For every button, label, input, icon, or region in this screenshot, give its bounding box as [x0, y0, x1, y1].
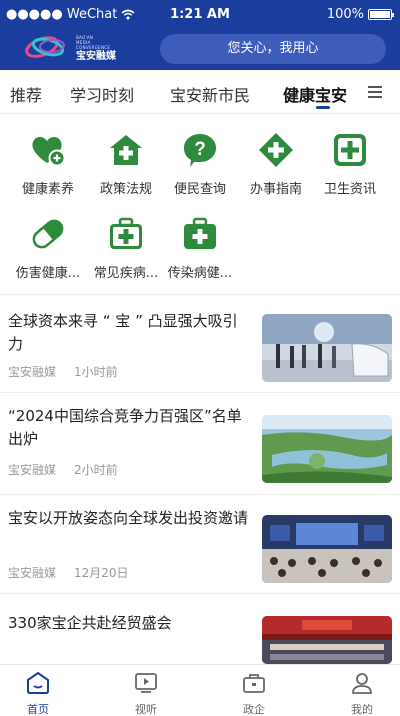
- pill-icon: [32, 219, 64, 249]
- service-label: 伤害健康...: [15, 266, 81, 281]
- diamond-plus-icon: [259, 133, 293, 167]
- news-thumbnail: [262, 415, 392, 483]
- news-meta: 宝安融媒 2小时前: [8, 461, 118, 478]
- service-label: 传染病健...: [167, 266, 233, 281]
- nav-home[interactable]: 首页: [8, 671, 68, 716]
- section-divider: [0, 294, 400, 295]
- news-title: “2024中国综合竞争力百强区”名单出炉: [8, 407, 242, 448]
- news-thumbnail: [262, 314, 392, 382]
- medkit-icon: [110, 217, 142, 249]
- battery-percent: 100%: [326, 7, 364, 22]
- service-label: 常见疾病...: [93, 266, 159, 281]
- service-label: 政策法规: [99, 182, 152, 197]
- news-thumbnail: [262, 515, 392, 583]
- news-item[interactable]: “2024中国综合竞争力百强区”名单出炉 宝安融媒 2小时前: [0, 393, 400, 494]
- square-plus-icon: [334, 134, 366, 166]
- news-title: 宝安以开放姿态向全球发出投资邀请: [8, 509, 249, 527]
- app-header: ●●●●● WeChat 1:21 AM 100% BAO'AN MEDIA C…: [0, 0, 400, 70]
- service-health-literacy[interactable]: 健康素养: [8, 132, 88, 202]
- news-time: 12月20日: [74, 566, 129, 580]
- news-thumbnail: [262, 616, 392, 664]
- logo-name: 宝安融媒: [76, 51, 116, 62]
- news-meta: 宝安融媒 12月20日: [8, 564, 129, 581]
- house-plus-icon: [110, 135, 142, 165]
- heart-plus-icon: [32, 136, 66, 167]
- video-icon: [135, 673, 157, 693]
- news-item[interactable]: 330家宝企共赴经贸盛会: [0, 594, 400, 664]
- nav-label: 视听: [135, 703, 157, 716]
- battery-icon: [368, 9, 394, 20]
- service-infectious-diseases[interactable]: 传染病健...: [160, 216, 240, 286]
- news-time: 2小时前: [74, 463, 118, 477]
- service-label: 便民查询: [173, 182, 226, 197]
- battery-indicator: 100%: [326, 7, 394, 22]
- tab-recommend[interactable]: 推荐: [10, 82, 42, 106]
- service-label: 健康素养: [21, 182, 74, 197]
- medkit-icon: [184, 217, 216, 249]
- news-source: 宝安融媒: [8, 566, 57, 580]
- nav-profile[interactable]: 我的: [332, 671, 392, 716]
- nav-label: 我的: [351, 703, 373, 716]
- service-common-diseases[interactable]: 常见疾病...: [86, 216, 166, 286]
- nav-government[interactable]: 政企: [224, 671, 284, 716]
- service-query[interactable]: ? 便民查询: [160, 132, 240, 202]
- menu-icon[interactable]: [368, 86, 382, 98]
- home-icon: [27, 671, 49, 694]
- service-guide[interactable]: 办事指南: [236, 132, 316, 202]
- active-tab-indicator: [316, 106, 330, 109]
- service-injury-health[interactable]: 伤害健康...: [8, 216, 88, 286]
- news-time: 1小时前: [74, 365, 118, 379]
- channel-tabs: 推荐 学习时刻 宝安新市民 健康宝安: [0, 70, 400, 114]
- tab-study[interactable]: 学习时刻: [70, 82, 134, 106]
- status-bar: ●●●●● WeChat 1:21 AM 100%: [0, 0, 400, 30]
- service-label: 办事指南: [249, 182, 302, 197]
- service-label: 卫生资讯: [323, 182, 376, 197]
- nav-label: 首页: [27, 703, 49, 716]
- user-icon: [352, 673, 372, 694]
- service-policy[interactable]: 政策法规: [86, 132, 166, 202]
- question-bubble-icon: ?: [184, 134, 216, 167]
- bottom-nav: 首页 视听 政企 我的: [0, 664, 400, 716]
- briefcase-icon: [243, 674, 265, 693]
- tab-health[interactable]: 健康宝安: [283, 82, 347, 106]
- news-item[interactable]: 宝安以开放姿态向全球发出投资邀请 宝安融媒 12月20日: [0, 495, 400, 593]
- news-item[interactable]: 全球资本来寻 “ 宝 ” 凸显强大吸引力 宝安融媒 1小时前: [0, 300, 400, 392]
- logo-mark-icon: [25, 36, 65, 58]
- news-source: 宝安融媒: [8, 463, 57, 477]
- nav-media[interactable]: 视听: [116, 671, 176, 716]
- service-health-news[interactable]: 卫生资讯: [310, 132, 390, 202]
- news-source: 宝安融媒: [8, 365, 57, 379]
- news-meta: 宝安融媒 1小时前: [8, 363, 118, 380]
- news-title: 330家宝企共赴经贸盛会: [8, 614, 172, 632]
- nav-label: 政企: [243, 703, 265, 716]
- svg-text:?: ?: [194, 139, 206, 160]
- search-bar[interactable]: 您关心，我用心: [160, 34, 386, 64]
- app-logo[interactable]: BAO'AN MEDIA CONVERGENCE 宝安融媒: [24, 32, 124, 62]
- tab-new-citizens[interactable]: 宝安新市民: [170, 82, 250, 106]
- news-title: 全球资本来寻 “ 宝 ” 凸显强大吸引力: [8, 312, 238, 353]
